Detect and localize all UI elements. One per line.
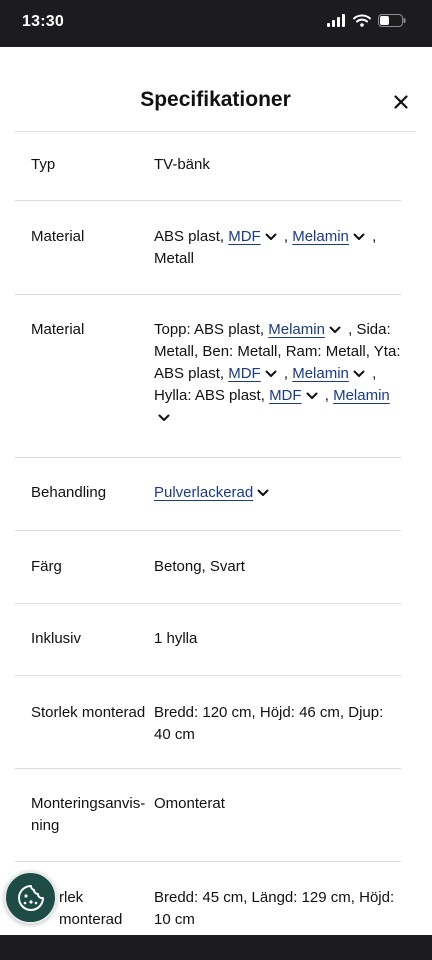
spec-value: Bredd: 45 cm, Längd: 129 cm, Höjd: 10 cm bbox=[154, 887, 404, 931]
material-link-mdf[interactable]: MDF bbox=[269, 387, 302, 404]
chevron-down-icon[interactable] bbox=[158, 414, 170, 422]
spec-value: 1 hylla bbox=[154, 630, 198, 647]
spec-label: Inklusiv bbox=[31, 630, 82, 647]
spec-value: Topp: ABS plast, Melamin , Sida: Metall,… bbox=[154, 319, 404, 429]
wifi-icon bbox=[353, 14, 371, 27]
chevron-down-icon[interactable] bbox=[265, 370, 277, 378]
home-indicator-bar bbox=[0, 935, 432, 960]
spec-label-line: ning bbox=[31, 817, 60, 834]
sheet-header: Specifikationer bbox=[15, 47, 416, 132]
chevron-down-icon[interactable] bbox=[353, 233, 365, 241]
close-icon bbox=[394, 95, 408, 109]
material-link-melamin[interactable]: Melamin bbox=[292, 365, 349, 382]
spec-text: ABS plast, bbox=[154, 228, 229, 245]
spec-label: Typ bbox=[31, 156, 56, 173]
chevron-down-icon[interactable] bbox=[306, 392, 318, 400]
spec-label-line: monterad bbox=[59, 911, 123, 928]
spec-row-type: Typ TV-bänk bbox=[15, 132, 401, 201]
spec-value-line: 10 cm bbox=[154, 911, 195, 928]
chevron-down-icon[interactable] bbox=[329, 326, 341, 334]
spec-row-included: Inklusiv 1 hylla bbox=[15, 604, 401, 676]
treatment-link-pulverlackerad[interactable]: Pulverlackerad bbox=[154, 484, 253, 501]
spec-value: Betong, Svart bbox=[154, 558, 245, 575]
spec-label: Färg bbox=[31, 558, 62, 575]
page-title: Specifikationer bbox=[140, 88, 291, 111]
specifications-sheet: Specifikationer Typ TV-bänk Material ABS… bbox=[0, 47, 432, 935]
spec-label-line: rlek bbox=[59, 889, 84, 906]
spec-value: TV-bänk bbox=[154, 156, 210, 173]
spec-row-treatment: Behandling Pulverlackerad bbox=[15, 458, 401, 531]
chevron-down-icon[interactable] bbox=[257, 489, 269, 497]
spec-label: Storlek monterad bbox=[31, 704, 146, 721]
spec-text: , bbox=[320, 387, 334, 404]
spec-value: ABS plast, MDF , Melamin , Metall bbox=[154, 226, 404, 270]
status-icons bbox=[327, 14, 406, 27]
material-link-mdf[interactable]: MDF bbox=[228, 365, 261, 382]
chevron-down-icon[interactable] bbox=[265, 233, 277, 241]
spec-label: Monteringsanvis- ning bbox=[31, 793, 145, 837]
spec-label: Material bbox=[31, 228, 85, 245]
spec-row-assembly-instructions: Monteringsanvis- ning Omonterat bbox=[15, 769, 401, 862]
spec-label: Material bbox=[31, 321, 85, 338]
spec-label: rlek monterad bbox=[59, 887, 122, 931]
cookie-settings-button[interactable] bbox=[4, 871, 57, 924]
battery-icon bbox=[378, 14, 406, 27]
spec-row-material-detail: Material Topp: ABS plast, Melamin , Sida… bbox=[15, 295, 401, 458]
spec-value: Bredd: 120 cm, Höjd: 46 cm, Djup: 40 cm bbox=[154, 704, 384, 743]
material-link-melamin[interactable]: Melamin bbox=[333, 387, 390, 404]
spec-value: Omonterat bbox=[154, 795, 225, 812]
spec-row-size-assembled: Storlek monterad Bredd: 120 cm, Höjd: 46… bbox=[15, 676, 401, 769]
spec-value-line: Bredd: 45 cm, Längd: 129 cm, Höjd: bbox=[154, 889, 395, 906]
material-link-melamin[interactable]: Melamin bbox=[292, 228, 349, 245]
spec-row-material: Material ABS plast, MDF , Melamin , Meta… bbox=[15, 201, 401, 295]
spec-label-line: Monteringsanvis- bbox=[31, 795, 146, 812]
spec-value: Pulverlackerad bbox=[154, 482, 404, 504]
spec-row-color: Färg Betong, Svart bbox=[15, 531, 401, 604]
cookie-icon bbox=[17, 884, 44, 911]
close-button[interactable] bbox=[390, 91, 412, 113]
material-link-mdf[interactable]: MDF bbox=[228, 228, 261, 245]
spec-text: Topp: ABS plast, bbox=[154, 321, 269, 338]
spec-label: Behandling bbox=[31, 484, 107, 501]
chevron-down-icon[interactable] bbox=[353, 370, 365, 378]
spec-row-size-unassembled: rlek monterad Bredd: 45 cm, Längd: 129 c… bbox=[15, 862, 401, 935]
signal-icon bbox=[327, 14, 345, 27]
spec-text: , bbox=[279, 228, 293, 245]
status-bar: 13:30 bbox=[0, 0, 432, 47]
spec-text: , bbox=[279, 365, 293, 382]
status-time: 13:30 bbox=[22, 13, 64, 30]
material-link-melamin[interactable]: Melamin bbox=[268, 321, 325, 338]
